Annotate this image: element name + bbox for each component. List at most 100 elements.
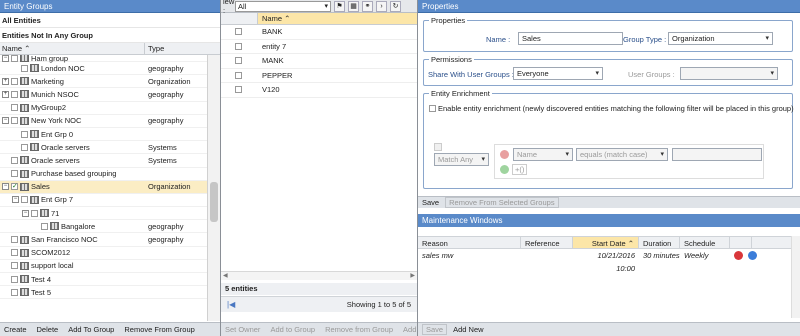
group-checkbox[interactable] bbox=[11, 262, 18, 270]
scroll-right-icon[interactable]: ▶ bbox=[410, 272, 415, 280]
entity-checkbox[interactable] bbox=[235, 71, 242, 79]
reason-column-header[interactable]: Reason bbox=[418, 237, 521, 248]
delete-row-icon[interactable] bbox=[734, 251, 743, 260]
remove-selected-groups-button[interactable]: Remove From Selected Groups bbox=[445, 197, 559, 208]
group-row[interactable]: + Munich NSOC geography bbox=[0, 88, 207, 102]
group-row[interactable]: MyGroup2 bbox=[0, 102, 207, 115]
group-icon[interactable]: ▦ bbox=[348, 0, 359, 12]
schedule-column-header[interactable]: Schedule bbox=[680, 237, 730, 248]
value-input[interactable] bbox=[672, 148, 762, 161]
first-page-icon[interactable]: |◀ bbox=[227, 297, 235, 312]
expand-toggle-icon[interactable]: − bbox=[2, 183, 9, 191]
group-checkbox[interactable] bbox=[21, 130, 28, 138]
group-checkbox[interactable] bbox=[11, 104, 18, 112]
group-checkbox[interactable] bbox=[21, 64, 28, 72]
group-checkbox[interactable] bbox=[11, 55, 18, 62]
name-column-header[interactable]: Name ⌃ bbox=[0, 43, 145, 54]
group-row[interactable]: Purchase based grouping bbox=[0, 168, 207, 181]
match-select[interactable]: Match Any bbox=[434, 153, 489, 166]
link-icon[interactable]: ⚭ bbox=[362, 0, 373, 12]
share-select[interactable]: Everyone bbox=[513, 67, 603, 80]
all-entities-item[interactable]: All Entities bbox=[0, 13, 220, 28]
duration-column-header[interactable]: Duration bbox=[639, 237, 680, 248]
group-checkbox[interactable] bbox=[31, 209, 38, 217]
group-row[interactable]: − Ham group bbox=[0, 55, 207, 63]
group-checkbox[interactable] bbox=[11, 156, 18, 164]
group-row[interactable]: Ent Grp 0 bbox=[0, 128, 207, 142]
group-row[interactable]: Oracle servers Systems bbox=[0, 154, 207, 168]
group-row[interactable]: + Marketing Organization bbox=[0, 75, 207, 89]
group-row[interactable]: Test 4 bbox=[0, 273, 207, 287]
groups-scrollbar[interactable] bbox=[207, 55, 220, 321]
expand-toggle-icon[interactable]: − bbox=[2, 117, 9, 125]
entity-row[interactable]: MANK bbox=[221, 54, 417, 69]
scroll-thumb[interactable] bbox=[210, 182, 218, 222]
view-select[interactable]: All bbox=[235, 0, 331, 12]
expand-toggle-icon[interactable]: + bbox=[2, 77, 9, 85]
field-select[interactable]: Name bbox=[513, 148, 573, 161]
save-maintenance-button[interactable]: Save bbox=[422, 324, 448, 335]
group-checkbox[interactable] bbox=[11, 170, 18, 178]
expand-toggle-icon[interactable]: − bbox=[2, 55, 9, 62]
group-checkbox[interactable] bbox=[11, 90, 18, 98]
add-button[interactable]: Add bbox=[403, 325, 416, 334]
next-icon[interactable]: › bbox=[376, 0, 387, 12]
enrichment-checkbox[interactable] bbox=[429, 105, 436, 112]
refresh-row-icon[interactable] bbox=[748, 251, 757, 260]
create-button[interactable]: Create bbox=[4, 325, 27, 334]
set-owner-button[interactable]: Set Owner bbox=[225, 325, 260, 334]
expand-toggle-icon[interactable]: − bbox=[12, 196, 19, 204]
entity-checkbox[interactable] bbox=[235, 86, 242, 94]
maintenance-row[interactable]: sales mw 10/21/2016 10:00 30 minutes Wee… bbox=[418, 249, 800, 273]
scroll-left-icon[interactable]: ◀ bbox=[223, 272, 228, 280]
group-checkbox[interactable] bbox=[11, 288, 18, 296]
start-date-column-header[interactable]: Start Date ⌃ bbox=[573, 237, 639, 248]
maintenance-scrollbar[interactable] bbox=[791, 236, 800, 318]
filter-icon[interactable]: ⚑ bbox=[334, 0, 345, 12]
add-to-group-button[interactable]: Add To Group bbox=[68, 325, 114, 334]
group-row[interactable]: − New York NOC geography bbox=[0, 115, 207, 128]
remove-condition-icon[interactable] bbox=[500, 150, 509, 159]
expand-toggle-icon[interactable]: − bbox=[22, 209, 29, 217]
entity-checkbox[interactable] bbox=[235, 57, 242, 65]
user-groups-select[interactable] bbox=[680, 67, 778, 80]
collapse-icon[interactable] bbox=[434, 143, 442, 151]
group-checkbox[interactable] bbox=[21, 196, 28, 204]
group-row[interactable]: − Ent Grp 7 bbox=[0, 194, 207, 208]
expand-toggle-icon[interactable]: + bbox=[2, 90, 9, 98]
group-row[interactable]: support local bbox=[0, 260, 207, 273]
add-condition-icon[interactable] bbox=[500, 165, 509, 174]
refresh-icon[interactable]: ↻ bbox=[390, 0, 401, 12]
group-row[interactable]: Test 5 bbox=[0, 286, 207, 300]
group-row[interactable]: SCOM2012 bbox=[0, 247, 207, 260]
group-row[interactable]: − 71 bbox=[0, 207, 207, 221]
group-row[interactable]: Bangalore geography bbox=[0, 220, 207, 234]
entity-checkbox[interactable] bbox=[235, 28, 242, 36]
group-checkbox[interactable] bbox=[11, 249, 18, 257]
group-type-select[interactable]: Organization bbox=[668, 32, 773, 45]
entity-checkbox[interactable] bbox=[235, 42, 242, 50]
group-checkbox[interactable] bbox=[21, 143, 28, 151]
save-properties-button[interactable]: Save bbox=[422, 198, 439, 207]
remove-from-group-button[interactable]: Remove From Group bbox=[124, 325, 194, 334]
entity-row[interactable]: V120 bbox=[221, 83, 417, 98]
type-column-header[interactable]: Type bbox=[145, 43, 164, 54]
add-group-button[interactable]: +() bbox=[512, 164, 528, 175]
remove-from-group-entity-button[interactable]: Remove from Group bbox=[325, 325, 393, 334]
group-row[interactable]: San Francisco NOC geography bbox=[0, 233, 207, 247]
group-checkbox[interactable] bbox=[41, 222, 48, 230]
entities-hscrollbar[interactable]: ◀ ▶ bbox=[221, 271, 417, 280]
operator-select[interactable]: equals (match case) bbox=[576, 148, 668, 161]
group-checkbox[interactable] bbox=[11, 236, 18, 244]
group-checkbox[interactable]: ✓ bbox=[11, 183, 18, 191]
entity-row[interactable]: PEPPER bbox=[221, 69, 417, 83]
entity-row[interactable]: BANK bbox=[221, 25, 417, 40]
entity-row[interactable]: entity 7 bbox=[221, 40, 417, 54]
group-checkbox[interactable] bbox=[11, 275, 18, 283]
entities-not-in-group-item[interactable]: Entities Not In Any Group bbox=[0, 28, 220, 43]
delete-button[interactable]: Delete bbox=[37, 325, 59, 334]
group-row[interactable]: Oracle servers Systems bbox=[0, 141, 207, 155]
add-new-button[interactable]: Add New bbox=[453, 325, 483, 334]
group-checkbox[interactable] bbox=[11, 77, 18, 85]
entity-name-column-header[interactable]: Name ⌃ bbox=[258, 13, 417, 24]
